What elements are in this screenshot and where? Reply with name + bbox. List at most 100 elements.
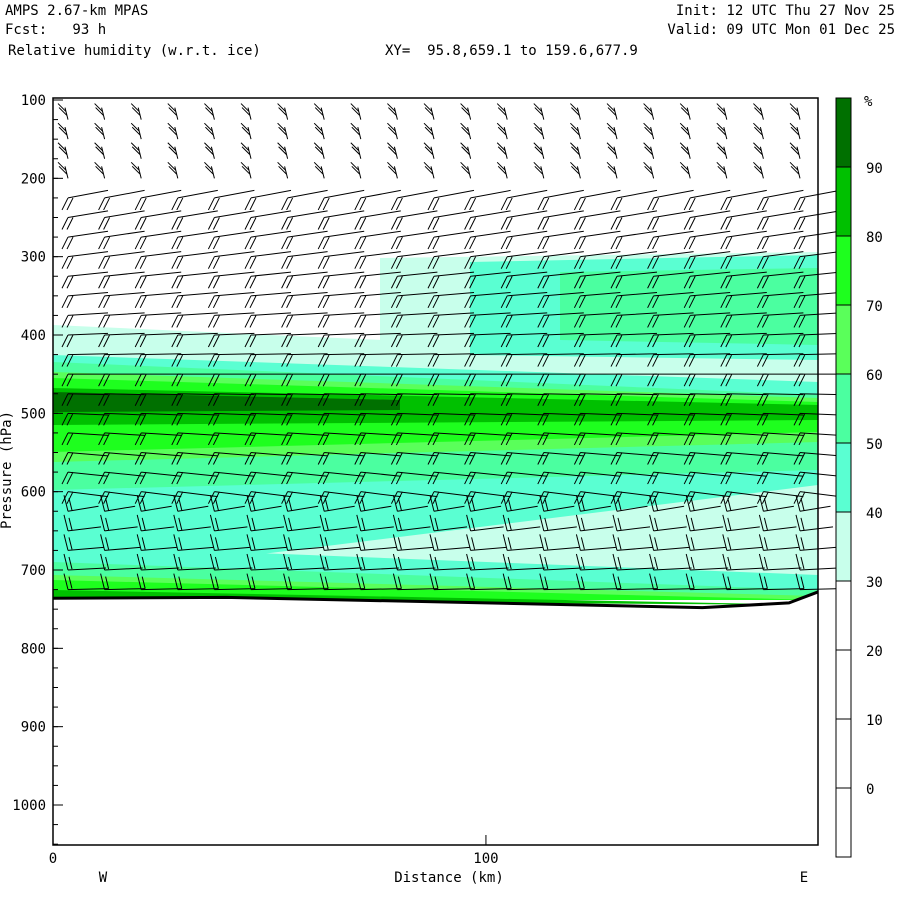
wind-barb	[789, 103, 801, 120]
wind-barb	[789, 142, 801, 159]
wind-barb	[171, 312, 218, 328]
wind-barb	[496, 103, 508, 120]
wind-barb	[134, 292, 182, 309]
wind-barb	[423, 142, 435, 159]
colorbar-swatch	[835, 511, 852, 582]
wind-barb	[244, 251, 292, 269]
wind-barb	[537, 230, 584, 250]
wind-barb	[281, 251, 328, 269]
wind-barb	[423, 161, 435, 179]
wind-barb	[683, 230, 731, 250]
wind-barb	[98, 230, 145, 250]
wind-barb	[240, 161, 252, 179]
wind-barb	[281, 189, 328, 211]
wind-barb	[500, 189, 548, 211]
colorbar-label: 50	[866, 437, 883, 453]
colorbar-label: 10	[866, 713, 883, 729]
x-tick-label: 100	[473, 851, 498, 867]
wind-barb	[130, 142, 142, 159]
wind-barb	[94, 142, 106, 159]
wind-barb	[277, 103, 289, 120]
colorbar-label: 30	[866, 575, 883, 591]
wind-barb	[350, 161, 362, 179]
wind-barb	[753, 122, 764, 140]
colorbar-label: 0	[866, 782, 874, 798]
wind-barb	[98, 292, 145, 309]
wind-barb	[317, 210, 365, 230]
wind-barb	[313, 142, 325, 159]
wind-barb	[643, 103, 655, 120]
wind-barb	[643, 161, 655, 179]
wind-barb	[94, 122, 106, 140]
wind-barb	[57, 103, 69, 120]
wind-barb	[281, 210, 328, 230]
wind-barb	[570, 122, 581, 140]
wind-barb	[390, 210, 438, 230]
wind-barb	[61, 189, 109, 211]
wind-barb	[793, 230, 841, 250]
wind-barb	[683, 210, 731, 230]
wind-barb	[716, 161, 728, 179]
y-tick-label: 400	[21, 328, 46, 344]
colorbar-swatch	[835, 373, 852, 444]
wind-barb	[281, 312, 328, 328]
wind-barb	[313, 103, 325, 120]
y-tick-label: 700	[21, 563, 46, 579]
wind-barb	[317, 251, 365, 269]
wind-barb	[500, 210, 548, 230]
colorbar-label: 60	[866, 368, 883, 384]
wind-barb	[204, 161, 215, 179]
y-tick-label: 500	[21, 406, 46, 422]
wind-barb	[390, 189, 438, 211]
wind-barb	[313, 161, 325, 179]
colorbar-swatch	[835, 718, 852, 789]
wind-barb	[610, 189, 658, 211]
wind-barb	[496, 161, 508, 179]
wind-barb	[464, 230, 511, 250]
wind-barb	[460, 122, 472, 140]
wind-barb	[244, 210, 292, 230]
plot-area: 10020030040050060070080090010000 100W EDis…	[0, 93, 883, 886]
colorbar-label: 80	[866, 230, 883, 246]
y-tick-label: 900	[21, 720, 46, 736]
east-label: E	[800, 870, 808, 886]
wind-barb	[720, 230, 767, 250]
wind-barb	[460, 142, 472, 159]
wind-barb	[606, 161, 618, 179]
wind-barb	[573, 210, 621, 230]
wind-barb	[171, 210, 218, 230]
wind-barb	[98, 210, 145, 230]
wind-barb	[570, 161, 581, 179]
wind-barb	[57, 142, 69, 159]
wind-barb	[207, 230, 255, 250]
wind-barb	[207, 210, 255, 230]
wind-barb	[61, 210, 109, 230]
wind-barb	[134, 251, 182, 269]
wind-barb	[57, 161, 69, 179]
wind-barb	[207, 312, 255, 328]
wind-barb	[720, 210, 767, 230]
colorbar-swatch	[835, 442, 852, 513]
wind-barb	[134, 210, 182, 230]
wind-barb	[240, 103, 252, 120]
wind-barb	[387, 142, 398, 159]
wind-barb	[610, 210, 658, 230]
wind-barb	[130, 161, 142, 179]
colorbar-label: 40	[866, 506, 883, 522]
colorbar-swatch	[835, 166, 852, 237]
wind-barb	[573, 230, 621, 250]
wind-barb	[244, 230, 292, 250]
wind-barb	[570, 103, 581, 120]
wind-barb	[350, 103, 362, 120]
wind-barb	[606, 142, 618, 159]
colorbar-unit: %	[864, 94, 873, 110]
wind-barb	[207, 189, 255, 211]
wind-barb	[716, 103, 728, 120]
cross-section-figure: AMPS 2.67-km MPAS Fcst: 93 h Relative hu…	[0, 0, 900, 900]
wind-barb	[464, 189, 511, 211]
colorbar-label: 70	[866, 299, 883, 315]
wind-barb	[423, 103, 435, 120]
x-tick-label: 0	[49, 851, 57, 867]
wind-barb	[240, 122, 252, 140]
colorbar-swatch	[835, 235, 852, 306]
